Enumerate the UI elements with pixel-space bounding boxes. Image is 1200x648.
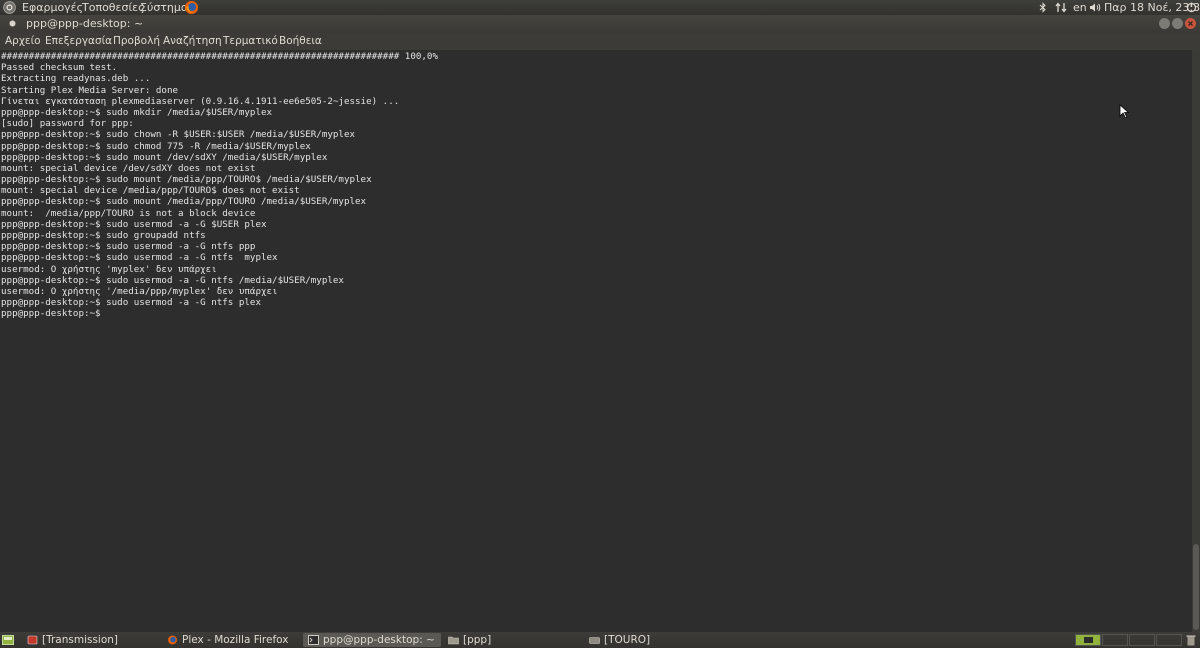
ubuntu-logo-icon[interactable] <box>3 1 16 14</box>
close-button[interactable] <box>1185 18 1196 29</box>
menu-file[interactable]: Αρχείο <box>5 33 41 50</box>
terminal-line: ppp@ppp-desktop:~$ sudo mount /dev/sdXY … <box>1 151 328 163</box>
menu-terminal[interactable]: Τερματικό <box>223 33 278 50</box>
trash-icon[interactable] <box>1186 634 1196 646</box>
network-icon[interactable] <box>1055 2 1067 13</box>
workspace-4[interactable] <box>1156 634 1182 646</box>
volume-icon[interactable] <box>1089 2 1101 13</box>
transmission-icon <box>27 635 38 645</box>
terminal-line: ppp@ppp-desktop:~$ sudo groupadd ntfs <box>1 230 206 241</box>
menu-search[interactable]: Αναζήτηση <box>163 33 222 50</box>
terminal-area[interactable]: ########################################… <box>0 50 1192 632</box>
terminal-output: ########################################… <box>1 51 438 320</box>
task-drive-touro[interactable]: [TOURO] <box>584 633 722 647</box>
terminal-line: ppp@ppp-desktop:~$ sudo mkdir /media/$US… <box>1 106 273 118</box>
terminal-line: [sudo] password for ppp: <box>1 118 134 130</box>
terminal-scrollbar[interactable] <box>1192 50 1200 632</box>
terminal-line: ppp@ppp-desktop:~$ sudo usermod -a -G $U… <box>1 218 267 230</box>
show-desktop-icon[interactable] <box>2 635 14 645</box>
task-label: ppp@ppp-desktop: ~ <box>323 634 435 646</box>
power-icon[interactable] <box>1186 2 1197 13</box>
desktop: Εφαρμογές Τοποθεσίες Σύστημα en Παρ 18 Ν… <box>0 0 1200 648</box>
scrollbar-thumb[interactable] <box>1193 544 1199 630</box>
window-title: ppp@ppp-desktop: ~ <box>26 17 144 30</box>
firefox-icon <box>168 635 177 645</box>
terminal-line: mount: special device /dev/sdXY does not… <box>1 162 256 174</box>
bluetooth-icon[interactable] <box>1039 2 1047 13</box>
menu-edit[interactable]: Επεξεργασία <box>45 33 112 50</box>
menu-applications[interactable]: Εφαρμογές <box>22 0 83 15</box>
task-label: [Transmission] <box>42 634 119 646</box>
task-transmission[interactable]: [Transmission] <box>22 633 160 647</box>
task-folder-ppp[interactable]: [ppp] <box>443 633 581 647</box>
bottom-taskbar: [Transmission] Plex - Mozilla Firefox pp… <box>0 632 1200 648</box>
task-label: Plex - Mozilla Firefox <box>182 634 289 646</box>
firefox-icon[interactable] <box>184 0 199 15</box>
menu-help[interactable]: Βοήθεια <box>279 33 322 50</box>
task-terminal[interactable]: ppp@ppp-desktop: ~ <box>303 633 441 647</box>
terminal-line: ppp@ppp-desktop:~$ sudo usermod -a -G nt… <box>1 297 261 309</box>
terminal-line: ppp@ppp-desktop:~$ sudo mount /media/ppp… <box>1 196 367 208</box>
workspace-window-icon <box>1084 637 1093 643</box>
workspace-3[interactable] <box>1129 634 1155 646</box>
top-panel: Εφαρμογές Τοποθεσίες Σύστημα en Παρ 18 Ν… <box>0 0 1200 15</box>
terminal-icon <box>308 635 319 645</box>
terminal-line: ppp@ppp-desktop:~$ sudo chown -R $USER:$… <box>1 129 356 141</box>
workspace-1[interactable] <box>1075 634 1101 646</box>
terminal-line: mount: special device /media/ppp/TOURO$ … <box>1 185 300 197</box>
terminal-menubar: Αρχείο Επεξεργασία Προβολή Αναζήτηση Τερ… <box>0 33 1200 50</box>
terminal-line: Extracting readynas.deb ... <box>1 73 151 85</box>
terminal-line: ppp@ppp-desktop:~$ sudo chmod 775 -R /me… <box>1 140 311 152</box>
close-icon <box>1188 21 1193 26</box>
terminal-line: usermod: Ο χρήστης 'myplex' δεν υπάρχει <box>1 263 217 275</box>
terminal-line: ppp@ppp-desktop:~$ sudo usermod -a -G nt… <box>1 252 278 264</box>
terminal-line: ppp@ppp-desktop:~$ sudo usermod -a -G nt… <box>1 241 256 253</box>
folder-icon <box>448 636 459 645</box>
terminal-line: ########################################… <box>1 51 438 62</box>
window-menu-icon[interactable] <box>8 19 17 28</box>
task-firefox[interactable]: Plex - Mozilla Firefox <box>162 633 300 647</box>
terminal-line: ppp@ppp-desktop:~$ sudo usermod -a -G nt… <box>1 274 344 286</box>
menu-system[interactable]: Σύστημα <box>140 0 188 15</box>
maximize-button[interactable] <box>1172 18 1183 29</box>
drive-icon <box>589 637 600 644</box>
terminal-line: ppp@ppp-desktop:~$ sudo mount /media/ppp… <box>1 174 372 186</box>
menu-view[interactable]: Προβολή <box>113 33 160 50</box>
terminal-line: Starting Plex Media Server: done <box>1 84 179 96</box>
terminal-line: usermod: Ο χρήστης '/media/ppp/myplex' δ… <box>1 285 278 297</box>
task-label: [ppp] <box>463 634 492 646</box>
terminal-line: Passed checksum test. <box>1 62 118 74</box>
keyboard-language[interactable]: en <box>1073 0 1087 15</box>
window-titlebar[interactable]: ppp@ppp-desktop: ~ <box>0 15 1200 33</box>
workspace-2[interactable] <box>1102 634 1128 646</box>
system-tray: en Παρ 18 Νοέ, 23:36 <box>1030 0 1200 15</box>
mouse-pointer-icon <box>1119 104 1130 119</box>
terminal-line: Γίνεται εγκατάσταση plexmediaserver (0.9… <box>1 95 400 107</box>
menu-places[interactable]: Τοποθεσίες <box>82 0 145 15</box>
minimize-button[interactable] <box>1159 18 1170 29</box>
terminal-line: mount: /media/ppp/TOURO is not a block d… <box>1 207 256 219</box>
terminal-line: ppp@ppp-desktop:~$ <box>1 308 101 320</box>
task-label: [TOURO] <box>604 634 651 646</box>
